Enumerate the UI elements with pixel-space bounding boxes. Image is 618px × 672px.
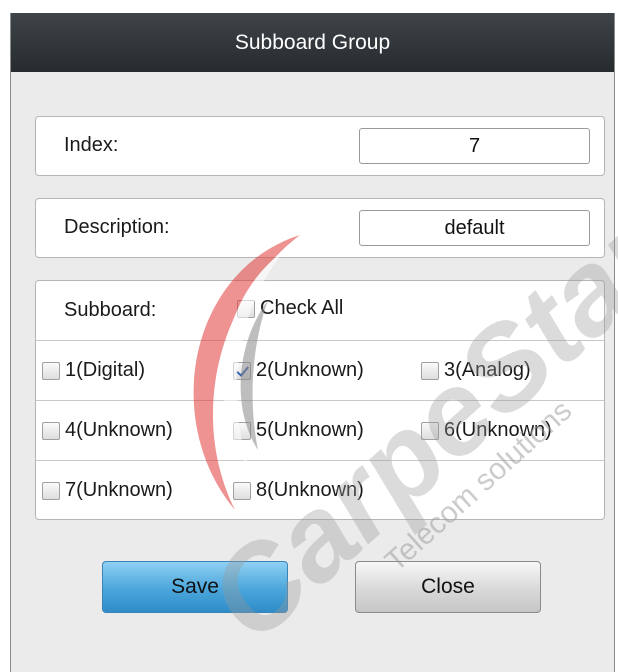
- description-label: Description:: [64, 216, 170, 238]
- subboard-box-7[interactable]: [42, 481, 60, 500]
- subboard-label-8: 8(Unknown): [256, 479, 364, 501]
- subboard-label-4: 4(Unknown): [65, 419, 173, 441]
- dialog-title: Subboard Group: [234, 30, 391, 54]
- subboard-label-3: 3(Analog): [444, 359, 531, 381]
- subboard-label-2: 2(Unknown): [256, 359, 364, 381]
- index-panel: Index:: [35, 116, 605, 176]
- subboard-checkbox-8[interactable]: 8(Unknown): [233, 479, 364, 502]
- subboard-box-4[interactable]: [42, 421, 60, 440]
- subboard-label-1: 1(Digital): [65, 359, 146, 381]
- save-button[interactable]: Save: [102, 561, 288, 613]
- subboard-box-2[interactable]: [233, 361, 251, 380]
- subboard-row-1: 1(Digital) 2(Unknown) 3(Analog): [36, 340, 604, 400]
- subboard-checkbox-3[interactable]: 3(Analog): [421, 359, 531, 382]
- close-button[interactable]: Close: [355, 561, 541, 613]
- description-field[interactable]: [359, 210, 590, 246]
- subboard-box-8[interactable]: [233, 481, 251, 500]
- check-all-checkbox[interactable]: Check All: [237, 297, 343, 320]
- subboard-box-1[interactable]: [42, 361, 60, 380]
- subboard-row-2: 4(Unknown) 5(Unknown) 6(Unknown): [36, 400, 604, 460]
- index-field[interactable]: [359, 128, 590, 164]
- subboard-label-6: 6(Unknown): [444, 419, 552, 441]
- subboard-checkbox-6[interactable]: 6(Unknown): [421, 419, 552, 442]
- subboard-row-3: 7(Unknown) 8(Unknown): [36, 460, 604, 520]
- subboard-panel: Subboard: Check All 1(Digital) 2(Unknown…: [35, 280, 605, 520]
- index-label: Index:: [64, 134, 119, 156]
- subboard-label-7: 7(Unknown): [65, 479, 173, 501]
- subboard-checkbox-2[interactable]: 2(Unknown): [233, 359, 364, 382]
- subboard-checkbox-4[interactable]: 4(Unknown): [42, 419, 173, 442]
- description-panel: Description:: [35, 198, 605, 258]
- subboard-checkbox-7[interactable]: 7(Unknown): [42, 479, 173, 502]
- subboard-box-3[interactable]: [421, 361, 439, 380]
- subboard-group-dialog: Subboard Group Index: Description: Subbo…: [10, 13, 615, 672]
- subboard-label-5: 5(Unknown): [256, 419, 364, 441]
- dialog-titlebar: Subboard Group: [11, 13, 614, 72]
- check-all-label: Check All: [260, 297, 344, 319]
- subboard-box-6[interactable]: [421, 421, 439, 440]
- subboard-checkbox-1[interactable]: 1(Digital): [42, 359, 145, 382]
- subboard-checkbox-5[interactable]: 5(Unknown): [233, 419, 364, 442]
- subboard-box-5[interactable]: [233, 421, 251, 440]
- check-all-box[interactable]: [237, 299, 255, 318]
- subboard-label: Subboard:: [64, 299, 157, 321]
